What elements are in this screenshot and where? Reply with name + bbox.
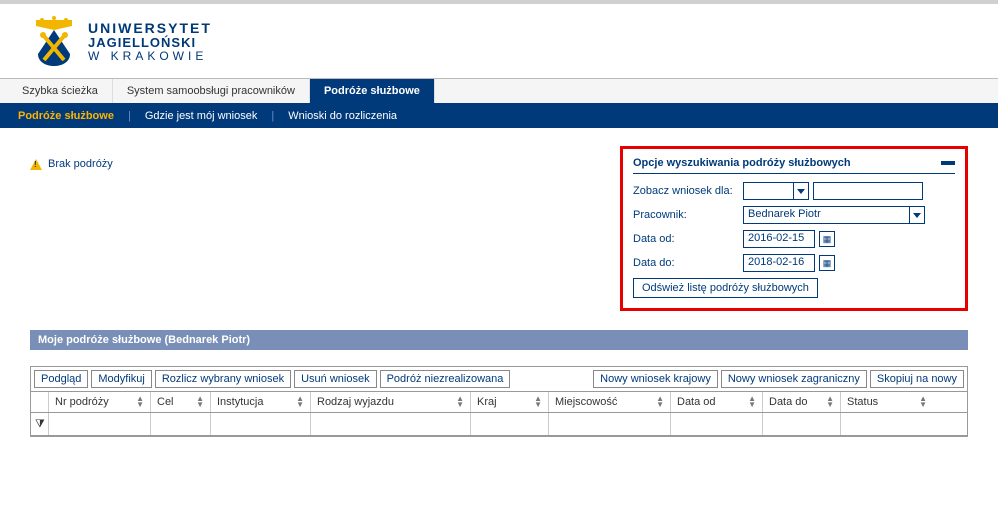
filter-cel[interactable]	[151, 413, 211, 435]
subnav-wnioski-rozliczenia[interactable]: Wnioski do rozliczenia	[278, 108, 407, 124]
refresh-button[interactable]: Odśwież listę podróży służbowych	[633, 278, 818, 298]
sort-icon[interactable]	[534, 396, 542, 408]
tab-podroze-sluzbowe[interactable]: Podróże służbowe	[310, 79, 435, 103]
zobacz-field-2[interactable]	[813, 182, 923, 200]
col-select[interactable]	[31, 392, 49, 412]
col-kraj[interactable]: Kraj	[471, 392, 549, 412]
col-miejscowosc[interactable]: Miejscowość	[549, 392, 671, 412]
filter-stat[interactable]	[841, 413, 933, 435]
calendar-icon[interactable]: ▦	[819, 255, 835, 271]
sort-icon[interactable]	[136, 396, 144, 408]
grid-toolbar: Podgląd Modyfikuj Rozlicz wybrany wniose…	[30, 366, 968, 391]
sort-icon[interactable]	[826, 396, 834, 408]
collapse-icon[interactable]	[941, 161, 955, 165]
col-status[interactable]: Status	[841, 392, 933, 412]
logo-text: UNIWERSYTET JAGIELLOŃSKI W KRAKOWIE	[88, 21, 212, 64]
dropdown-icon[interactable]	[793, 182, 809, 200]
search-options-panel: Opcje wyszukiwania podróży służbowych Zo…	[620, 146, 968, 311]
modyfikuj-button[interactable]: Modyfikuj	[91, 370, 151, 388]
pracownik-label: Pracownik:	[633, 209, 743, 221]
col-cel[interactable]: Cel	[151, 392, 211, 412]
tab-system-samoobslugi[interactable]: System samoobsługi pracowników	[113, 79, 310, 103]
subnav-podroze[interactable]: Podróże służbowe	[8, 108, 124, 124]
secondary-nav: Podróże służbowe | Gdzie jest mój wniose…	[0, 104, 998, 128]
section-title: Moje podróże służbowe (Bednarek Piotr)	[30, 330, 968, 350]
niezrealizowana-button[interactable]: Podróż niezrealizowana	[380, 370, 511, 388]
dropdown-icon[interactable]	[909, 206, 925, 224]
col-data-od[interactable]: Data od	[671, 392, 763, 412]
filter-kraj[interactable]	[471, 413, 549, 435]
data-od-field[interactable]: 2016-02-15	[743, 230, 815, 248]
filter-nr[interactable]	[49, 413, 151, 435]
warning-icon	[30, 159, 42, 170]
sort-icon[interactable]	[748, 396, 756, 408]
sort-icon[interactable]	[296, 396, 304, 408]
filter-icon-cell[interactable]: ⧩	[31, 413, 49, 435]
col-data-do[interactable]: Data do	[763, 392, 841, 412]
calendar-icon[interactable]: ▦	[819, 231, 835, 247]
podglad-button[interactable]: Podgląd	[34, 370, 88, 388]
search-panel-title: Opcje wyszukiwania podróży służbowych	[633, 157, 851, 169]
data-od-label: Data od:	[633, 233, 743, 245]
col-instytucja[interactable]: Instytucja	[211, 392, 311, 412]
data-do-field[interactable]: 2018-02-16	[743, 254, 815, 272]
nowy-krajowy-button[interactable]: Nowy wniosek krajowy	[593, 370, 718, 388]
filter-inst[interactable]	[211, 413, 311, 435]
filter-miejsc[interactable]	[549, 413, 671, 435]
nowy-zagraniczny-button[interactable]: Nowy wniosek zagraniczny	[721, 370, 867, 388]
filter-dod[interactable]	[671, 413, 763, 435]
primary-nav: Szybka ścieżka System samoobsługi pracow…	[0, 78, 998, 104]
zobacz-combo-1[interactable]	[743, 182, 809, 200]
sort-icon[interactable]	[456, 396, 464, 408]
col-rodzaj[interactable]: Rodzaj wyjazdu	[311, 392, 471, 412]
page-header: UNIWERSYTET JAGIELLOŃSKI W KRAKOWIE	[0, 4, 998, 78]
sort-icon[interactable]	[919, 396, 927, 408]
usun-button[interactable]: Usuń wniosek	[294, 370, 376, 388]
tab-szybka-sciezka[interactable]: Szybka ścieżka	[8, 79, 113, 103]
zobacz-label: Zobacz wniosek dla:	[633, 185, 743, 197]
filter-ddo[interactable]	[763, 413, 841, 435]
col-nr-podrozy[interactable]: Nr podróży	[49, 392, 151, 412]
sort-icon[interactable]	[196, 396, 204, 408]
university-logo	[30, 16, 78, 68]
rozlicz-button[interactable]: Rozlicz wybrany wniosek	[155, 370, 291, 388]
sort-icon[interactable]	[656, 396, 664, 408]
trips-grid: Nr podróży Cel Instytucja Rodzaj wyjazdu…	[30, 391, 968, 437]
warning-text: Brak podróży	[48, 158, 113, 170]
pracownik-combo[interactable]: Bednarek Piotr	[743, 206, 925, 224]
filter-rodz[interactable]	[311, 413, 471, 435]
subnav-gdzie-wniosek[interactable]: Gdzie jest mój wniosek	[135, 108, 268, 124]
data-do-label: Data do:	[633, 257, 743, 269]
funnel-icon[interactable]: ⧩	[35, 418, 45, 431]
skopiuj-button[interactable]: Skopiuj na nowy	[870, 370, 964, 388]
